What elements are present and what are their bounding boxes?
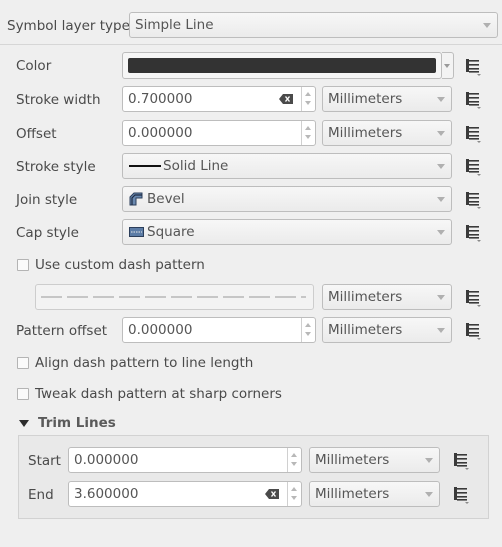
chevron-down-icon <box>425 492 433 497</box>
clear-icon[interactable] <box>279 94 293 104</box>
stroke-style-label: Stroke style <box>16 159 96 175</box>
trim-lines-title: Trim Lines <box>38 415 116 431</box>
spin-down-icon <box>305 135 311 139</box>
stroke-style-value: Solid Line <box>163 158 229 174</box>
stroke-width-label: Stroke width <box>16 92 101 108</box>
clear-icon[interactable] <box>265 489 279 499</box>
chevron-down-icon <box>437 197 445 202</box>
custom-dash-label: Use custom dash pattern <box>35 257 205 273</box>
spin-up-icon <box>305 323 311 327</box>
color-label: Color <box>16 58 52 74</box>
chevron-down-icon <box>425 458 433 463</box>
data-defined-override-icon[interactable] <box>462 122 484 144</box>
cap-style-value: Square <box>147 224 195 240</box>
color-swatch <box>128 58 436 73</box>
spin-up-icon <box>305 92 311 96</box>
solid-line-icon <box>129 165 161 167</box>
trim-lines-collapse-toggle[interactable] <box>19 420 29 427</box>
align-dash-checkbox[interactable] <box>17 357 29 369</box>
dash-pattern-preview <box>41 296 306 298</box>
data-defined-override-icon[interactable] <box>450 449 472 471</box>
color-button[interactable] <box>122 52 442 79</box>
data-defined-override-icon[interactable] <box>462 188 484 210</box>
dash-unit: Millimeters <box>328 289 403 305</box>
trim-end-value: 3.600000 <box>74 486 139 502</box>
join-style-combo[interactable]: Bevel <box>122 186 452 212</box>
tweak-dash-checkbox[interactable] <box>17 388 29 400</box>
trim-end-unit: Millimeters <box>315 486 390 502</box>
spin-buttons[interactable] <box>287 482 301 506</box>
symbol-layer-type-combo[interactable]: Simple Line <box>129 12 498 38</box>
data-defined-override-icon[interactable] <box>462 286 484 308</box>
offset-value: 0.000000 <box>128 125 193 141</box>
dash-unit-combo[interactable]: Millimeters <box>322 284 452 310</box>
spin-up-icon <box>305 126 311 130</box>
join-style-value: Bevel <box>147 191 185 207</box>
data-defined-override-icon[interactable] <box>462 55 484 77</box>
spin-buttons[interactable] <box>301 318 315 342</box>
chevron-down-icon <box>437 328 445 333</box>
spin-buttons[interactable] <box>301 87 315 111</box>
offset-unit: Millimeters <box>328 125 403 141</box>
spin-down-icon <box>305 332 311 336</box>
color-menu-button[interactable] <box>442 52 454 79</box>
trim-end-unit-combo[interactable]: Millimeters <box>309 481 440 507</box>
chevron-down-icon <box>437 97 445 102</box>
stroke-width-spinbox[interactable]: 0.700000 <box>122 86 316 112</box>
trim-start-spinbox[interactable]: 0.000000 <box>68 447 302 473</box>
offset-unit-combo[interactable]: Millimeters <box>322 120 452 146</box>
stroke-width-unit-combo[interactable]: Millimeters <box>322 86 452 112</box>
spin-up-icon <box>291 453 297 457</box>
pattern-offset-spinbox[interactable]: 0.000000 <box>122 317 316 343</box>
offset-spinbox[interactable]: 0.000000 <box>122 120 316 146</box>
divider <box>0 44 502 45</box>
pattern-offset-label: Pattern offset <box>16 323 108 339</box>
data-defined-override-icon[interactable] <box>450 483 472 505</box>
data-defined-override-icon[interactable] <box>462 88 484 110</box>
pattern-offset-unit: Millimeters <box>328 322 403 338</box>
square-cap-icon <box>129 227 144 237</box>
stroke-style-combo[interactable]: Solid Line <box>122 153 452 179</box>
trim-end-spinbox[interactable]: 3.600000 <box>68 481 302 507</box>
chevron-down-icon <box>437 230 445 235</box>
custom-dash-checkbox[interactable] <box>17 259 29 271</box>
cap-style-combo[interactable]: Square <box>122 219 452 245</box>
chevron-down-icon <box>437 131 445 136</box>
trim-start-value: 0.000000 <box>74 452 139 468</box>
spin-up-icon <box>291 487 297 491</box>
data-defined-override-icon[interactable] <box>462 221 484 243</box>
trim-start-unit-combo[interactable]: Millimeters <box>309 447 440 473</box>
data-defined-override-icon[interactable] <box>462 155 484 177</box>
pattern-offset-unit-combo[interactable]: Millimeters <box>322 317 452 343</box>
chevron-down-icon <box>444 64 450 68</box>
chevron-down-icon <box>437 164 445 169</box>
spin-buttons[interactable] <box>301 121 315 145</box>
tweak-dash-label: Tweak dash pattern at sharp corners <box>35 386 282 402</box>
offset-label: Offset <box>16 126 57 142</box>
cap-style-label: Cap style <box>16 225 79 241</box>
dash-pattern-button[interactable] <box>35 284 314 310</box>
align-dash-label: Align dash pattern to line length <box>35 355 254 371</box>
spin-buttons[interactable] <box>287 448 301 472</box>
chevron-down-icon <box>483 23 491 28</box>
stroke-width-value: 0.700000 <box>128 91 193 107</box>
symbol-layer-type-value: Simple Line <box>135 17 214 33</box>
trim-start-unit: Millimeters <box>315 452 390 468</box>
pattern-offset-value: 0.000000 <box>128 322 193 338</box>
trim-end-label: End <box>28 487 54 503</box>
spin-down-icon <box>291 496 297 500</box>
join-style-label: Join style <box>16 192 78 208</box>
bevel-join-icon <box>129 192 143 206</box>
symbol-layer-type-label: Symbol layer type <box>7 18 130 34</box>
trim-start-label: Start <box>28 453 61 469</box>
spin-down-icon <box>291 462 297 466</box>
data-defined-override-icon[interactable] <box>462 319 484 341</box>
spin-down-icon <box>305 101 311 105</box>
chevron-down-icon <box>437 295 445 300</box>
stroke-width-unit: Millimeters <box>328 91 403 107</box>
